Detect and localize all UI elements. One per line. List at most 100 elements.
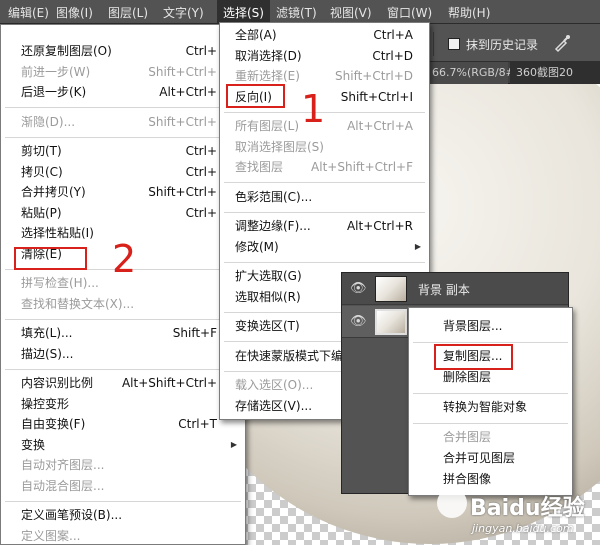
document-tab-other[interactable]: 360截图20: [510, 62, 600, 84]
edit-menu-item-16[interactable]: 填充(L)... Shift+F: [1, 323, 245, 344]
menu-bar: 编辑(E) 图像(I) 图层(L) 文字(Y) 选择(S) 滤镜(T) 视图(V…: [0, 0, 600, 24]
submenu-arrow-icon: ▶: [414, 241, 421, 251]
menu-item-shortcut: Alt+Shift+Ctrl+F: [311, 160, 413, 174]
menu-item-label: 取消选择(D): [235, 48, 302, 63]
menu-item-label: 选择性粘贴(I): [21, 226, 94, 240]
select-menu-item-11[interactable]: 调整边缘(F)... Alt+Ctrl+R: [220, 216, 429, 237]
menu-type[interactable]: 文字(Y): [157, 0, 210, 24]
edit-menu-item-8[interactable]: 合并拷贝(Y) Shift+Ctrl+: [1, 182, 245, 203]
edit-menu-item-27: 定义图案...: [1, 526, 245, 545]
eye-icon[interactable]: 👁: [350, 314, 367, 329]
menu-view[interactable]: 视图(V): [324, 0, 378, 24]
menu-help[interactable]: 帮助(H): [442, 0, 496, 24]
menu-item-shortcut: Shift+F: [172, 326, 217, 340]
edit-menu-item-19[interactable]: 内容识别比例 Alt+Shift+Ctrl+: [1, 373, 245, 394]
menu-item-label: 在快速蒙版模式下编: [235, 348, 344, 363]
menu-separator: [224, 182, 425, 183]
menu-item-label: 合并拷贝(Y): [21, 185, 86, 199]
menu-item-label: 剪切(T): [21, 144, 62, 158]
menu-item-shortcut: Ctrl+: [185, 44, 217, 58]
menu-item-shortcut: Shift+Ctrl+D: [335, 69, 413, 83]
menu-layer[interactable]: 图层(L): [102, 0, 154, 24]
edit-menu-item-21[interactable]: 自由变换(F) Ctrl+T: [1, 414, 245, 435]
edit-menu-item-7[interactable]: 拷贝(C) Ctrl+: [1, 162, 245, 183]
select-menu-item-7: 查找图层 Alt+Shift+Ctrl+F: [220, 157, 429, 178]
select-menu-item-9[interactable]: 色彩范围(C)...: [220, 187, 429, 208]
menu-item-label: 变换: [21, 437, 46, 452]
menu-item-label: 填充(L)...: [21, 326, 73, 340]
edit-menu-item-0[interactable]: 还原复制图层(O) Ctrl+: [1, 41, 245, 62]
edit-menu-item-14: 查找和替换文本(X)...: [1, 294, 245, 315]
submenu-arrow-icon: ▶: [230, 439, 237, 449]
eye-icon[interactable]: 👁: [350, 281, 367, 296]
layer-row-background-copy[interactable]: 👁 背景 副本: [342, 273, 568, 305]
menu-item-label: 拼合图像: [443, 472, 492, 486]
menu-separator: [5, 107, 241, 108]
layer-ctx-menu-item-3[interactable]: 删除图层: [409, 367, 572, 388]
step-number-1: 1: [301, 87, 326, 131]
edit-menu-item-26[interactable]: 定义画笔预设(B)...: [1, 505, 245, 526]
edit-menu-item-2[interactable]: 后退一步(K) Alt+Ctrl+: [1, 82, 245, 103]
watermark-url: jingyan.baidu.com: [472, 522, 574, 535]
menu-item-label: 载入选区(O)...: [235, 378, 314, 392]
layer-thumbnail: [375, 309, 407, 335]
layer-name: 背景 副本: [418, 283, 470, 297]
menu-item-label: 色彩范围(C)...: [235, 189, 313, 204]
edit-menu-item-1: 前进一步(W) Shift+Ctrl+: [1, 62, 245, 83]
airbrush-icon[interactable]: [552, 33, 572, 53]
edit-menu-item-17[interactable]: 描边(S)...: [1, 344, 245, 365]
menu-item-label: 删除图层: [443, 370, 492, 384]
edit-menu-item-6[interactable]: 剪切(T) Ctrl+: [1, 141, 245, 162]
menu-item-shortcut: Shift+Ctrl+: [148, 64, 217, 79]
menu-item-label: 调整边缘(F)...: [235, 219, 311, 233]
menu-item-shortcut: Alt+Ctrl+: [159, 85, 217, 99]
layer-ctx-menu-item-0[interactable]: 背景图层...: [409, 316, 572, 337]
menu-separator: [5, 136, 241, 138]
watermark-text: Baidu经验: [470, 496, 585, 521]
edit-menu-item-20[interactable]: 操控变形: [1, 394, 245, 415]
menu-image[interactable]: 图像(I): [50, 0, 99, 24]
menu-item-shortcut: Alt+Shift+Ctrl+: [121, 376, 217, 390]
edit-menu-item-22[interactable]: 变换 ▶: [1, 435, 245, 456]
layer-ctx-menu-item-9[interactable]: 拼合图像: [409, 469, 572, 490]
menu-item-label: 查找图层: [235, 160, 284, 174]
menu-item-shortcut: Ctrl+: [185, 164, 217, 179]
menu-item-label: 定义画笔预设(B)...: [21, 508, 123, 522]
menu-item-label: 定义图案...: [21, 528, 81, 543]
layer-thumbnail: [375, 276, 407, 302]
menu-separator: [5, 318, 241, 320]
edit-menu-item-9[interactable]: 粘贴(P) Ctrl+: [1, 203, 245, 224]
menu-item-label: 查找和替换文本(X)...: [21, 296, 135, 311]
menu-item-shortcut: Ctrl+T: [178, 417, 217, 431]
menu-item-label: 自动对齐图层...: [21, 458, 105, 472]
menu-item-shortcut: Alt+Ctrl+A: [347, 119, 413, 133]
document-tab-active[interactable]: 66.7%(RGB/8#): [426, 62, 519, 84]
erase-to-history-checkbox[interactable]: [448, 38, 460, 50]
select-menu-item-12[interactable]: 修改(M) ▶: [220, 237, 429, 258]
menu-item-label: 还原复制图层(O): [21, 44, 112, 58]
menu-item-label: 自动混合图层...: [21, 478, 105, 493]
menu-item-label: 选取相似(R): [235, 289, 301, 304]
menu-item-shortcut: Ctrl+: [185, 205, 217, 220]
menu-item-label: 前进一步(W): [21, 64, 91, 79]
highlight-inverse: [226, 84, 285, 108]
menu-filter[interactable]: 滤镜(T): [270, 0, 323, 24]
menu-item-label: 粘贴(P): [21, 205, 62, 220]
menu-item-shortcut: Ctrl+: [185, 144, 217, 158]
menu-item-label: 合并可见图层: [443, 451, 516, 465]
select-menu-item-1[interactable]: 取消选择(D) Ctrl+D: [220, 46, 429, 67]
menu-window[interactable]: 窗口(W): [381, 0, 438, 24]
menu-item-shortcut: Ctrl+A: [373, 28, 413, 42]
menu-item-label: 拷贝(C): [21, 164, 63, 179]
menu-item-label: 描边(S)...: [21, 346, 74, 361]
layer-ctx-menu-item-5[interactable]: 转换为智能对象: [409, 397, 572, 418]
select-menu-item-0[interactable]: 全部(A) Ctrl+A: [220, 25, 429, 46]
menu-separator: [5, 368, 241, 370]
menu-select[interactable]: 选择(S): [217, 0, 270, 24]
menu-item-shortcut: Shift+Ctrl+: [148, 114, 217, 129]
select-menu-item-6: 取消选择图层(S): [220, 137, 429, 158]
menu-separator: [413, 422, 568, 424]
menu-item-label: 所有图层(L): [235, 119, 300, 133]
menu-edit[interactable]: 编辑(E): [2, 0, 55, 24]
layer-ctx-menu-item-8[interactable]: 合并可见图层: [409, 448, 572, 469]
